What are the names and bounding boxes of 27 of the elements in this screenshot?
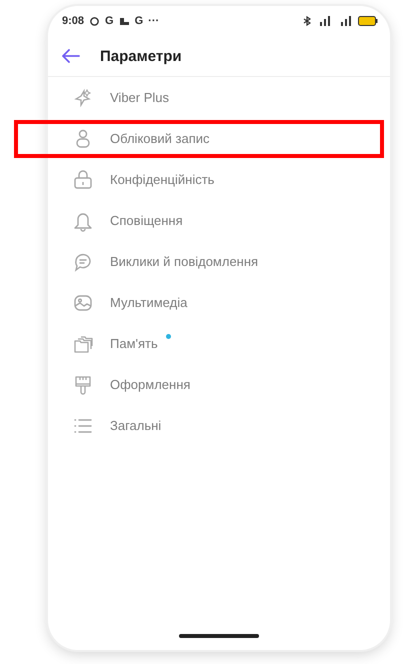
page-title: Параметри — [100, 48, 182, 64]
settings-item[interactable]: Мультимедіа — [48, 282, 390, 323]
settings-item[interactable]: Загальні — [48, 405, 390, 446]
settings-item[interactable]: Пам'ять — [48, 323, 390, 364]
settings-item[interactable]: Конфіденційність — [48, 159, 390, 200]
settings-item[interactable]: Обліковий запис — [48, 118, 390, 159]
battery-icon — [358, 16, 378, 26]
status-indicator: G — [105, 15, 114, 27]
status-time: 9:08 — [62, 15, 84, 27]
settings-item[interactable]: Сповіщення — [48, 200, 390, 241]
status-indicator: ··· — [148, 15, 160, 27]
item-label: Пам'ять — [110, 336, 158, 351]
lock-icon — [72, 168, 94, 190]
settings-item[interactable]: Виклики й повідомлення — [48, 241, 390, 282]
item-label: Виклики й повідомлення — [110, 254, 258, 269]
item-label: Сповіщення — [110, 213, 183, 228]
settings-item[interactable]: Оформлення — [48, 364, 390, 405]
item-label: Мультимедіа — [110, 295, 188, 310]
bluetooth-icon — [303, 16, 311, 26]
item-label: Оформлення — [110, 377, 190, 392]
item-label: Загальні — [110, 418, 162, 433]
item-label: Viber Plus — [110, 90, 170, 105]
item-label: Обліковий запис — [110, 131, 210, 146]
back-arrow-icon[interactable] — [62, 49, 80, 63]
settings-item[interactable]: Viber Plus — [48, 77, 390, 118]
status-indicator: G — [134, 15, 144, 27]
item-label: Конфіденційність — [110, 172, 214, 187]
